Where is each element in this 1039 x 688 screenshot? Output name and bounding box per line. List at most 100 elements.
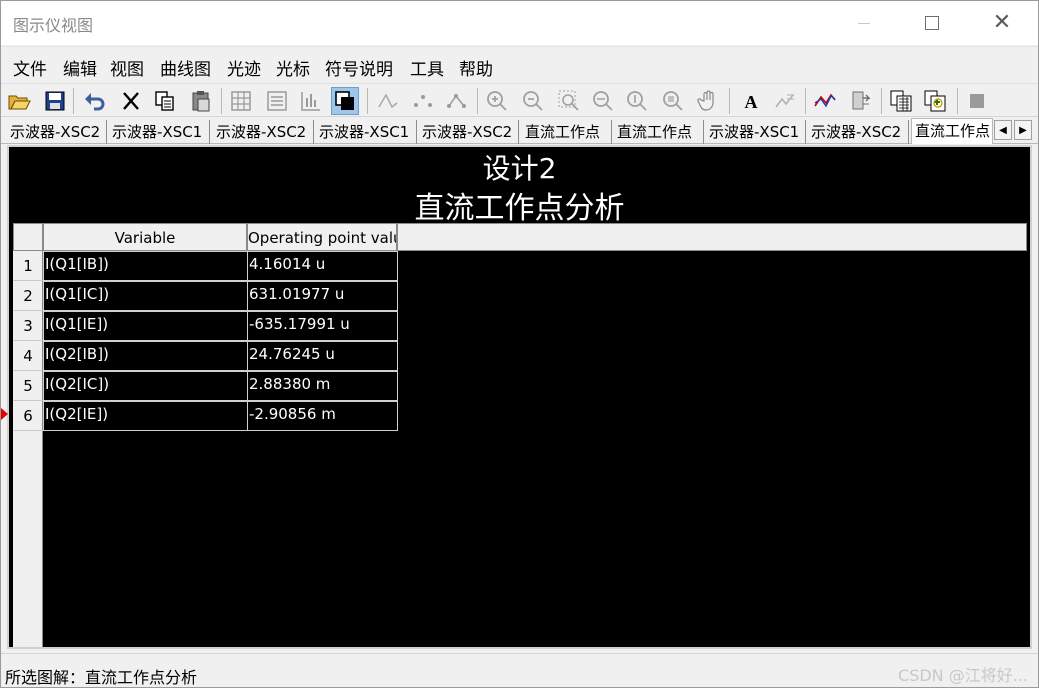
menu-bar: 文件 编辑 视图 曲线图 光迹 光标 符号说明 工具 帮助 [1, 46, 1038, 82]
graph-page: 设计2 直流工作点分析 Variable Operating point val… [7, 145, 1032, 649]
row-header-column: 1 2 3 4 5 6 [13, 251, 43, 647]
grapher-window: 图示仪视图 ✕ 文件 编辑 视图 曲线图 光迹 光标 符号说明 工具 帮助 A … [0, 0, 1039, 688]
menu-trace[interactable]: 光迹 [227, 55, 261, 80]
row-number[interactable]: 4 [13, 341, 43, 371]
cell-variable[interactable]: I(Q1[IC]) [43, 281, 248, 311]
toolbar: A [1, 83, 1038, 117]
chart-bars-icon[interactable] [297, 87, 325, 115]
zoom-fit-icon[interactable] [555, 87, 583, 115]
cell-variable[interactable]: I(Q2[IC]) [43, 371, 248, 401]
selection-marker-icon [1, 408, 8, 420]
title-bar: 图示仪视图 ✕ [1, 1, 1038, 45]
toolbar-separator [367, 88, 368, 114]
toolbar-separator [73, 88, 74, 114]
graph-subtitle: 直流工作点分析 [414, 191, 625, 226]
zoom-x-icon[interactable] [589, 87, 617, 115]
text-icon[interactable]: A [737, 87, 765, 115]
tab-oscilloscope-xsc2[interactable]: 示波器-XSC2 [213, 120, 314, 144]
graph-title: 设计2 [482, 152, 557, 185]
menu-edit[interactable]: 编辑 [63, 55, 97, 80]
zoom-y-icon[interactable] [623, 87, 651, 115]
column-header-variable[interactable]: Variable [43, 223, 247, 251]
maximize-icon [925, 16, 939, 30]
replace-page-icon[interactable] [921, 87, 949, 115]
close-icon: ✕ [992, 10, 1012, 35]
toolbar-separator [729, 88, 730, 114]
cell-value[interactable]: 24.76245 u [247, 341, 398, 371]
toolbar-separator [221, 88, 222, 114]
minimize-icon [858, 22, 870, 24]
grid-icon[interactable] [227, 87, 255, 115]
cell-value[interactable]: -635.17991 u [247, 311, 398, 341]
cell-value[interactable]: 2.88380 m [247, 371, 398, 401]
close-button[interactable]: ✕ [979, 1, 1025, 45]
overlay-icon[interactable] [331, 87, 359, 115]
menu-file[interactable]: 文件 [13, 55, 47, 80]
menu-view[interactable]: 视图 [110, 55, 144, 80]
row-number[interactable]: 5 [13, 371, 43, 401]
zoom-area-icon[interactable] [659, 87, 687, 115]
list-icon[interactable] [263, 87, 291, 115]
trace-dots-icon[interactable] [409, 87, 437, 115]
zoom-out-icon[interactable] [519, 87, 547, 115]
menu-legend[interactable]: 符号说明 [325, 55, 393, 80]
toolbar-separator [957, 88, 958, 114]
tab-dc-operating-point[interactable]: 直流工作点 [522, 120, 612, 144]
tab-oscilloscope-xsc2[interactable]: 示波器-XSC2 [419, 120, 519, 144]
menu-cursor[interactable]: 光标 [276, 55, 310, 80]
open-folder-icon[interactable] [5, 87, 33, 115]
tab-scroll-left-icon[interactable]: ◀ [994, 120, 1012, 140]
cell-variable[interactable]: I(Q2[IE]) [43, 401, 248, 431]
toolbar-separator [805, 88, 806, 114]
export-icon[interactable] [847, 87, 875, 115]
tab-dc-operating-point-active[interactable]: 直流工作点 [911, 118, 993, 144]
tab-scroll-right-icon[interactable]: ▶ [1014, 120, 1032, 140]
maximize-button[interactable] [909, 1, 955, 45]
column-header-value[interactable]: Operating point value [247, 223, 397, 251]
tab-oscilloscope-xsc1[interactable]: 示波器-XSC1 [109, 120, 210, 144]
cell-value[interactable]: 4.16014 u [247, 251, 398, 281]
tab-oscilloscope-xsc1[interactable]: 示波器-XSC1 [706, 120, 806, 144]
copy-page-icon[interactable] [887, 87, 915, 115]
save-icon[interactable] [41, 87, 69, 115]
cell-variable[interactable]: I(Q1[IB]) [43, 251, 248, 281]
tab-strip: 示波器-XSC2 示波器-XSC1 示波器-XSC2 示波器-XSC1 示波器-… [1, 118, 1038, 144]
cell-variable[interactable]: I(Q2[IB]) [43, 341, 248, 371]
column-header-empty [397, 223, 1027, 251]
minimize-button[interactable] [841, 1, 887, 45]
trace-peak-icon[interactable] [375, 87, 403, 115]
svg-text:A: A [745, 92, 758, 112]
cell-value[interactable]: 631.01977 u [247, 281, 398, 311]
cursor-icon[interactable] [811, 87, 839, 115]
tab-oscilloscope-xsc2[interactable]: 示波器-XSC2 [7, 120, 107, 144]
pan-hand-icon[interactable] [695, 87, 723, 115]
copy-icon[interactable] [151, 87, 179, 115]
status-bar: 所选图解：直流工作点分析 CSDN @江将好... [1, 653, 1038, 687]
stop-icon[interactable] [963, 87, 991, 115]
window-title: 图示仪视图 [13, 16, 94, 35]
toolbar-separator [881, 88, 882, 114]
undo-icon[interactable] [81, 87, 109, 115]
menu-help[interactable]: 帮助 [459, 55, 493, 80]
results-grid: Variable Operating point value 1 2 3 4 5… [13, 223, 1027, 647]
tab-oscilloscope-xsc2[interactable]: 示波器-XSC2 [808, 120, 909, 144]
cell-variable[interactable]: I(Q1[IE]) [43, 311, 248, 341]
trace-markers-icon[interactable] [443, 87, 471, 115]
menu-graph[interactable]: 曲线图 [160, 55, 211, 80]
zoom-in-icon[interactable] [483, 87, 511, 115]
row-number[interactable]: 6 [13, 401, 43, 431]
cell-value[interactable]: -2.90856 m [247, 401, 398, 431]
tab-dc-operating-point[interactable]: 直流工作点 [614, 120, 704, 144]
row-number[interactable]: 2 [13, 281, 43, 311]
menu-tools[interactable]: 工具 [410, 55, 444, 80]
grid-corner [13, 223, 43, 251]
row-number[interactable]: 3 [13, 311, 43, 341]
cut-icon[interactable] [117, 87, 145, 115]
status-selected-graph: 所选图解：直流工作点分析 [5, 668, 198, 687]
paste-icon[interactable] [187, 87, 215, 115]
legend-icon[interactable] [771, 87, 799, 115]
toolbar-separator [477, 88, 478, 114]
watermark: CSDN @江将好... [898, 666, 1028, 685]
row-number[interactable]: 1 [13, 251, 43, 281]
tab-oscilloscope-xsc1[interactable]: 示波器-XSC1 [316, 120, 417, 144]
